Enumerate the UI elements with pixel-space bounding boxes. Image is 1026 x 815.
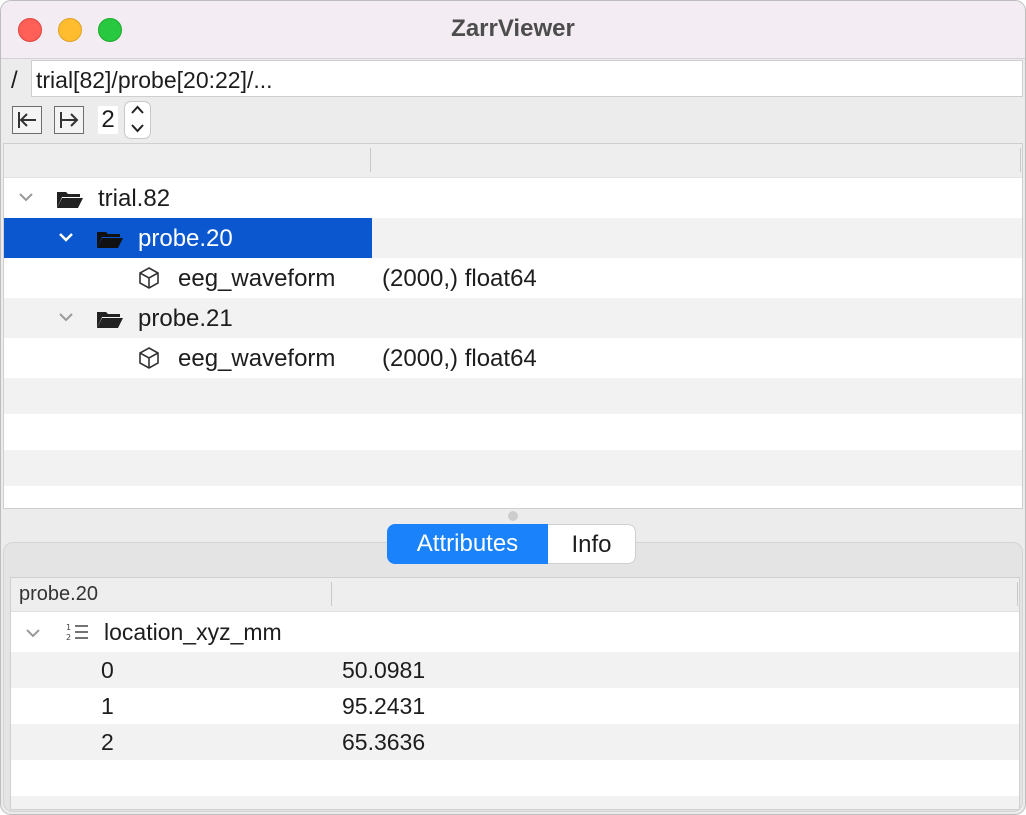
collapse-left-button[interactable] bbox=[12, 106, 42, 134]
chevron-down-icon[interactable] bbox=[24, 626, 42, 640]
tree-row-probe-21[interactable]: probe.21 bbox=[4, 298, 1022, 338]
tab-attributes[interactable]: Attributes bbox=[387, 524, 548, 564]
split-view-handle[interactable] bbox=[508, 511, 518, 521]
title-bar: ZarrViewer bbox=[1, 1, 1025, 59]
attribute-value: 50.0981 bbox=[342, 657, 426, 683]
column-divider[interactable] bbox=[370, 148, 371, 172]
attribute-row[interactable]: 1 95.2431 bbox=[11, 688, 1019, 724]
attributes-table: probe.20 1 2 location_xyz_mm 0 50.0981 1… bbox=[10, 577, 1020, 810]
depth-stepper[interactable] bbox=[124, 101, 151, 139]
attribute-value: 65.3636 bbox=[342, 729, 426, 755]
tree-row-array[interactable]: eeg_waveform (2000,) float64 bbox=[4, 258, 1022, 298]
attribute-row[interactable]: 0 50.0981 bbox=[11, 652, 1019, 688]
expand-right-button[interactable] bbox=[54, 106, 84, 134]
arrow-from-bar-right-icon bbox=[60, 112, 79, 128]
depth-value-field[interactable]: 2 bbox=[98, 106, 118, 134]
chevron-up-icon[interactable] bbox=[125, 102, 150, 120]
attribute-index: 0 bbox=[101, 657, 114, 683]
path-bar: / trial[82]/probe[20:22]/... bbox=[1, 59, 1025, 99]
empty-row bbox=[4, 414, 1022, 450]
folder-open-icon bbox=[97, 232, 123, 248]
tree-row-label: eeg_waveform bbox=[178, 345, 336, 372]
column-divider[interactable] bbox=[331, 582, 332, 606]
attribute-value: 95.2431 bbox=[342, 693, 426, 719]
attributes-header-title: probe.20 bbox=[19, 583, 98, 605]
tree-row-array[interactable]: eeg_waveform (2000,) float64 bbox=[4, 338, 1022, 378]
tab-info[interactable]: Info bbox=[548, 524, 636, 564]
column-divider[interactable] bbox=[1017, 582, 1018, 606]
empty-row bbox=[4, 378, 1022, 414]
tree-row-trial[interactable]: trial.82 bbox=[4, 178, 1022, 218]
attribute-group-name: location_xyz_mm bbox=[104, 619, 282, 645]
folder-open-icon bbox=[97, 312, 123, 328]
tree-row-label: eeg_waveform bbox=[178, 265, 336, 292]
attribute-group-row[interactable]: 1 2 location_xyz_mm bbox=[11, 612, 1019, 652]
tree-row-label: probe.20 bbox=[138, 225, 233, 252]
numbered-list-icon: 1 2 bbox=[66, 623, 88, 642]
folder-open-icon bbox=[57, 192, 83, 208]
empty-row bbox=[4, 450, 1022, 486]
svg-text:2: 2 bbox=[66, 633, 71, 642]
arrow-to-left-bar-icon bbox=[18, 112, 36, 128]
hierarchy-tree: trial.82 probe.20 eeg_waveform (2000,) f… bbox=[3, 143, 1023, 509]
tree-row-label: trial.82 bbox=[98, 185, 171, 212]
attribute-index: 1 bbox=[101, 693, 114, 719]
window-title: ZarrViewer bbox=[451, 15, 575, 42]
chevron-down-icon[interactable] bbox=[17, 190, 35, 204]
path-root-separator: / bbox=[11, 67, 18, 94]
path-input-value: trial[82]/probe[20:22]/... bbox=[36, 67, 273, 93]
toolbar: 2 bbox=[1, 99, 1025, 143]
path-input[interactable]: trial[82]/probe[20:22]/... bbox=[31, 60, 1023, 97]
tree-row-info: (2000,) float64 bbox=[382, 265, 537, 292]
attribute-row[interactable]: 2 65.3636 bbox=[11, 724, 1019, 760]
empty-row bbox=[11, 760, 1019, 796]
attribute-index: 2 bbox=[101, 729, 114, 755]
tree-header bbox=[4, 144, 1022, 178]
tree-row-info: (2000,) float64 bbox=[382, 345, 537, 372]
svg-text:1: 1 bbox=[66, 623, 71, 632]
empty-row bbox=[11, 796, 1019, 809]
array-cube-icon bbox=[139, 267, 159, 289]
app-window: ZarrViewer / trial[82]/probe[20:22]/... … bbox=[0, 0, 1026, 815]
attributes-header: probe.20 bbox=[11, 578, 1019, 612]
chevron-down-icon[interactable] bbox=[125, 120, 150, 138]
chevron-down-icon[interactable] bbox=[57, 310, 75, 324]
chevron-down-icon[interactable] bbox=[57, 230, 75, 244]
tree-row-probe-20[interactable]: probe.20 bbox=[4, 218, 1022, 258]
tree-row-label: probe.21 bbox=[138, 305, 233, 332]
column-divider[interactable] bbox=[1020, 148, 1021, 172]
array-cube-icon bbox=[139, 347, 159, 369]
